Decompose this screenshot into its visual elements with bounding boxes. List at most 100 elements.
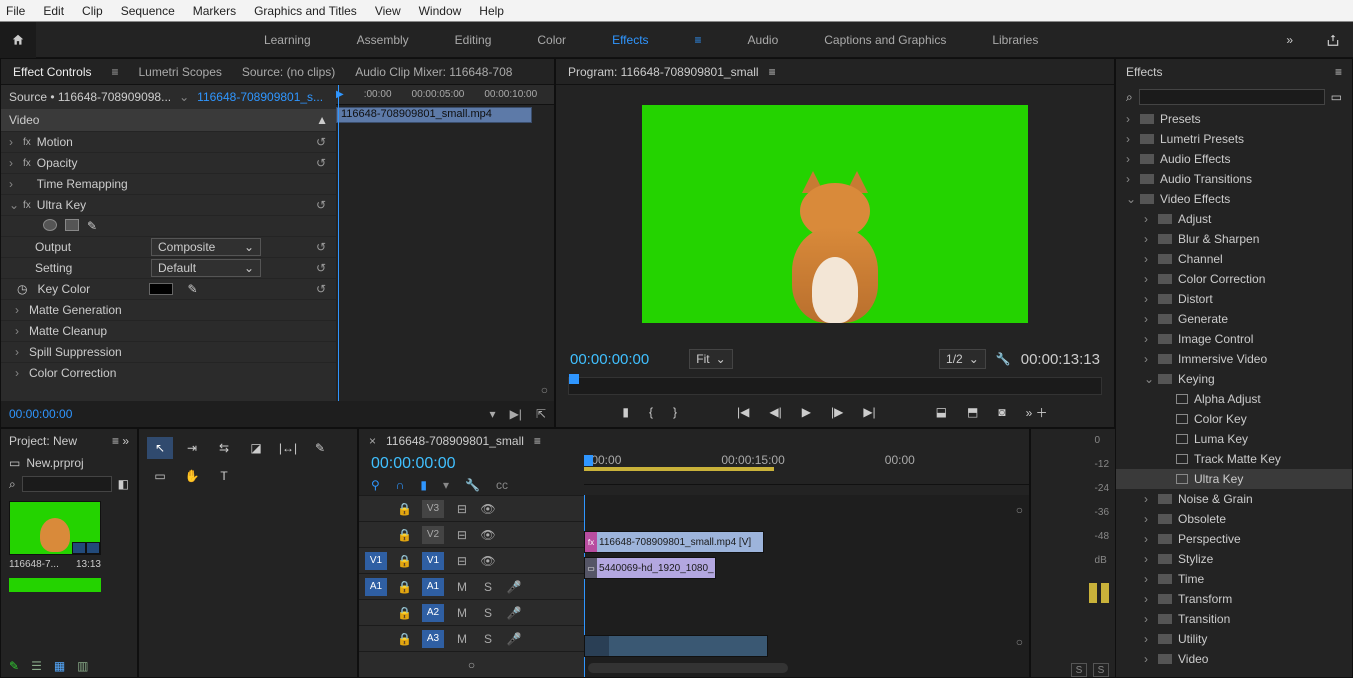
- folder-audio-transitions[interactable]: ›Audio Transitions: [1116, 169, 1352, 189]
- track-output-icon[interactable]: 👁: [480, 554, 496, 568]
- track-v1[interactable]: V1: [422, 552, 444, 570]
- folder-perspective[interactable]: ›Perspective: [1116, 529, 1352, 549]
- folder-immersive-video[interactable]: ›Immersive Video: [1116, 349, 1352, 369]
- workspace-effects[interactable]: Effects: [612, 33, 648, 47]
- effect-track-matte-key[interactable]: Track Matte Key: [1116, 449, 1352, 469]
- voice-over-icon[interactable]: 🎤: [506, 632, 522, 646]
- param-color-correction[interactable]: Color Correction: [29, 366, 116, 380]
- panel-menu-icon[interactable]: ≡: [1335, 65, 1342, 79]
- effect-luma-key[interactable]: Luma Key: [1116, 429, 1352, 449]
- sync-lock-icon[interactable]: ⊟: [454, 554, 470, 568]
- menu-edit[interactable]: Edit: [43, 4, 64, 18]
- reset-icon[interactable]: ↺: [316, 135, 326, 149]
- list-view-icon[interactable]: ☰: [31, 659, 42, 673]
- mask-ellipse-icon[interactable]: [43, 219, 57, 231]
- track-v2[interactable]: V2: [422, 526, 444, 544]
- lock-icon[interactable]: 🔒: [397, 528, 412, 542]
- program-monitor-view[interactable]: [642, 105, 1028, 323]
- timeline-scroll-down[interactable]: ○: [1016, 635, 1023, 649]
- effect-time-remapping[interactable]: Time Remapping: [37, 177, 128, 191]
- folder-audio-effects[interactable]: ›Audio Effects: [1116, 149, 1352, 169]
- linked-selection-icon[interactable]: ∩: [396, 478, 405, 492]
- tab-lumetri-scopes[interactable]: Lumetri Scopes: [139, 65, 222, 79]
- settings-icon[interactable]: 🔧: [465, 478, 480, 492]
- workspace-overflow[interactable]: »: [1266, 33, 1313, 47]
- stopwatch-icon[interactable]: ◷: [17, 282, 27, 296]
- hand-tool[interactable]: ✋: [179, 465, 205, 487]
- solo-toggle[interactable]: S: [480, 606, 496, 620]
- solo-toggle[interactable]: S: [480, 580, 496, 594]
- extract-button[interactable]: ⬒: [967, 405, 978, 419]
- type-tool[interactable]: T: [211, 465, 237, 487]
- folder-keying[interactable]: ⌄Keying: [1116, 369, 1352, 389]
- mute-toggle[interactable]: M: [454, 606, 470, 620]
- lift-button[interactable]: ⬓: [936, 405, 947, 419]
- effect-opacity[interactable]: Opacity: [37, 156, 78, 170]
- menu-graphics-and-titles[interactable]: Graphics and Titles: [254, 4, 357, 18]
- playhead[interactable]: [338, 85, 339, 401]
- timeline-marker-icon[interactable]: ▾: [443, 478, 449, 492]
- effect-ultra-key[interactable]: Ultra Key: [37, 198, 86, 212]
- folder-blur-sharpen[interactable]: ›Blur & Sharpen: [1116, 229, 1352, 249]
- tab-effect-controls[interactable]: Effect Controls: [13, 65, 91, 79]
- project-bin-item[interactable]: [9, 578, 101, 592]
- reset-icon[interactable]: ↺: [316, 261, 326, 275]
- track-a1[interactable]: A1: [422, 578, 444, 596]
- menu-view[interactable]: View: [375, 4, 401, 18]
- play-only-icon[interactable]: ▶|: [510, 407, 522, 421]
- workspace-libraries[interactable]: Libraries: [992, 33, 1038, 47]
- timeline-clip-v3[interactable]: fx116648-708909801_small.mp4 [V]: [584, 531, 764, 553]
- track-output-icon[interactable]: 👁: [480, 528, 496, 542]
- new-item-icon[interactable]: ✎: [9, 659, 19, 673]
- go-to-in-button[interactable]: |◀: [737, 405, 749, 419]
- share-button[interactable]: [1313, 33, 1353, 47]
- timeline-ruler[interactable]: :00:00 00:00:15:00 00:00: [584, 453, 1029, 485]
- settings-icon[interactable]: 🔧: [996, 352, 1011, 366]
- project-search-input[interactable]: [22, 476, 112, 492]
- folder-transform[interactable]: ›Transform: [1116, 589, 1352, 609]
- add-marker-button[interactable]: ▮: [622, 405, 629, 419]
- timeline-scroll-up[interactable]: ○: [1016, 503, 1023, 517]
- program-scrubber[interactable]: [568, 377, 1102, 395]
- close-sequence-button[interactable]: ×: [369, 434, 376, 448]
- source-patch-a1[interactable]: A1: [365, 578, 387, 596]
- workspace-menu-icon[interactable]: ≡: [695, 33, 702, 47]
- effect-ultra-key[interactable]: Ultra Key: [1116, 469, 1352, 489]
- pen-tool[interactable]: ✎: [307, 437, 333, 459]
- slip-tool[interactable]: |↔|: [275, 437, 301, 459]
- effects-search-input[interactable]: [1139, 89, 1325, 105]
- menu-help[interactable]: Help: [479, 4, 504, 18]
- caption-track-icon[interactable]: cc: [496, 478, 508, 492]
- folder-video[interactable]: ›Video: [1116, 649, 1352, 669]
- selection-tool[interactable]: ↖: [147, 437, 173, 459]
- menu-file[interactable]: File: [6, 4, 25, 18]
- tab-audio-clip-mixer[interactable]: Audio Clip Mixer: 116648-708: [355, 65, 512, 79]
- folder-transition[interactable]: ›Transition: [1116, 609, 1352, 629]
- sync-lock-icon[interactable]: ⊟: [454, 502, 470, 516]
- find-icon[interactable]: ◧: [118, 477, 129, 491]
- button-editor[interactable]: » ＋: [1026, 404, 1048, 421]
- effect-alpha-adjust[interactable]: Alpha Adjust: [1116, 389, 1352, 409]
- folder-noise-grain[interactable]: ›Noise & Grain: [1116, 489, 1352, 509]
- ripple-edit-tool[interactable]: ⇆: [211, 437, 237, 459]
- home-button[interactable]: [0, 22, 36, 58]
- lock-icon[interactable]: 🔒: [397, 554, 412, 568]
- mask-pen-icon[interactable]: ✎: [87, 219, 97, 233]
- new-bin-icon[interactable]: ▭: [1331, 90, 1342, 104]
- lock-icon[interactable]: 🔒: [397, 606, 412, 620]
- mute-toggle[interactable]: M: [454, 632, 470, 646]
- menu-sequence[interactable]: Sequence: [121, 4, 175, 18]
- reset-icon[interactable]: ↺: [316, 156, 326, 170]
- folder-image-control[interactable]: ›Image Control: [1116, 329, 1352, 349]
- razor-tool[interactable]: ◪: [243, 437, 269, 459]
- voice-over-icon[interactable]: 🎤: [506, 580, 522, 594]
- voice-over-icon[interactable]: 🎤: [506, 606, 522, 620]
- go-to-out-button[interactable]: ▶|: [863, 405, 875, 419]
- lock-icon[interactable]: 🔒: [397, 502, 412, 516]
- timeline-clip-v2[interactable]: ▭5440069-hd_1920_1080_: [584, 557, 716, 579]
- project-bin-item[interactable]: 116648-7...13:13: [9, 501, 101, 570]
- icon-view-icon[interactable]: ▦: [54, 659, 65, 673]
- effect-controls-timecode[interactable]: 00:00:00:00: [9, 407, 72, 421]
- timeline-zoom-scrollbar[interactable]: [588, 663, 788, 673]
- sequence-name-link[interactable]: 116648-708909801_s...: [197, 90, 323, 104]
